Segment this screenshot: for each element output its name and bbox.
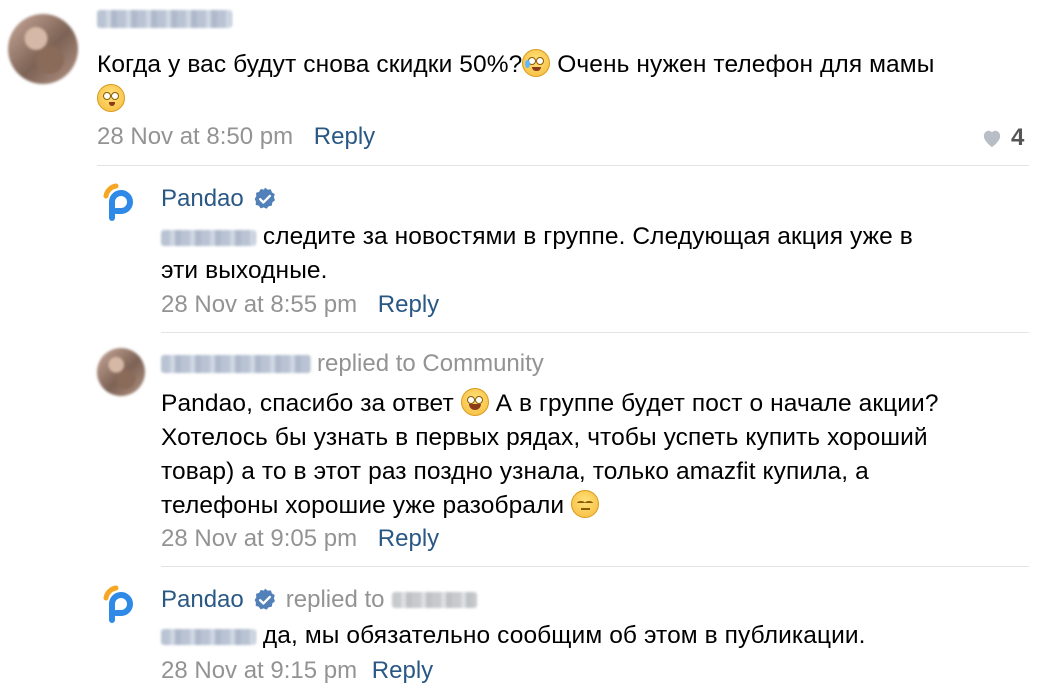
avatar[interactable] — [97, 348, 145, 396]
replied-to[interactable]: replied to — [286, 586, 385, 614]
like-button[interactable]: 4 — [981, 124, 1024, 152]
reply-button[interactable]: Reply — [372, 657, 433, 684]
author-name[interactable]: Pandao — [161, 185, 244, 213]
comment-meta: 28 Nov at 8:50 pm Reply — [97, 123, 375, 151]
timestamp[interactable]: 28 Nov at 9:05 pm — [161, 525, 357, 552]
reply-button[interactable]: Reply — [314, 123, 375, 150]
mention-blurred[interactable] — [161, 628, 256, 645]
flushed-emoji-icon — [97, 84, 125, 112]
mention-blurred[interactable] — [161, 229, 256, 246]
comment-meta: 28 Nov at 9:05 pm Reply — [161, 525, 439, 553]
pandao-logo-icon — [103, 183, 133, 221]
divider — [97, 165, 1029, 166]
reply-button[interactable]: Reply — [378, 291, 439, 318]
replied-to-name-blurred[interactable] — [392, 592, 478, 608]
author-name-blurred[interactable] — [161, 355, 311, 373]
pensive-emoji-icon — [571, 490, 600, 518]
comment-text: да, мы обязательно сообщим об этом в пуб… — [161, 619, 1041, 653]
verified-icon — [254, 588, 275, 610]
comment-text: Pandao, спасибо за ответ А в группе буде… — [161, 388, 939, 519]
like-count: 4 — [1011, 124, 1025, 151]
comment-text: Когда у вас будут снова скидки 50%? Очен… — [97, 49, 935, 78]
timestamp[interactable]: 28 Nov at 9:15 pm — [161, 657, 357, 684]
heart-icon — [983, 130, 1001, 148]
grinning-emoji-icon — [460, 388, 489, 416]
author-name[interactable]: Pandao — [161, 586, 244, 614]
pandao-avatar[interactable] — [100, 182, 140, 227]
replied-to[interactable]: replied to Community — [317, 350, 544, 378]
timestamp[interactable]: 28 Nov at 8:50 pm — [97, 123, 293, 150]
verified-icon — [254, 187, 275, 209]
comment-text: следите за новостями в группе. Следующая… — [161, 223, 913, 284]
divider — [161, 332, 1029, 333]
crying-emoji-icon — [522, 49, 551, 77]
comment-meta: 28 Nov at 9:15 pm Reply — [161, 657, 433, 685]
avatar[interactable] — [8, 14, 78, 84]
author-name-blurred[interactable] — [97, 10, 232, 28]
divider — [161, 566, 1029, 567]
timestamp[interactable]: 28 Nov at 8:55 pm — [161, 291, 357, 318]
pandao-avatar[interactable] — [100, 584, 140, 629]
comment-meta: 28 Nov at 8:55 pm Reply — [161, 291, 439, 319]
pandao-logo-icon — [103, 585, 133, 623]
reply-button[interactable]: Reply — [378, 525, 439, 552]
